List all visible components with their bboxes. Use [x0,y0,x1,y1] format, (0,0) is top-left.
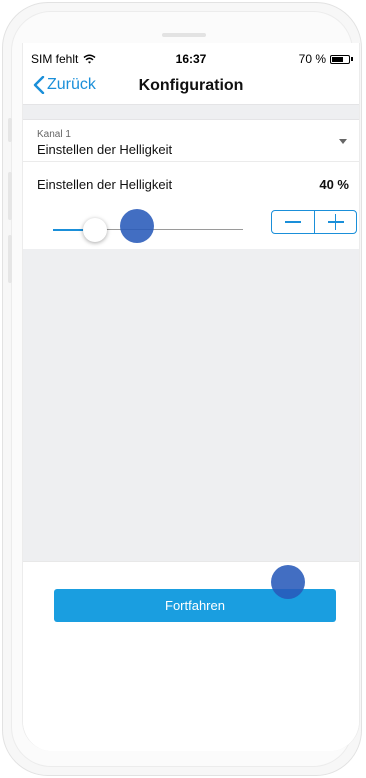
plus-icon-vertical [334,214,336,230]
status-battery: 70 % [299,52,353,66]
phone-speaker [162,33,206,37]
brightness-label: Einstellen der Helligkeit [37,177,173,192]
phone-side-button-volume-up [8,172,12,220]
slider-track-empty [94,229,243,230]
content-area [23,249,359,561]
navigation-bar: Zurück Konfiguration [23,67,359,104]
battery-percent: 70 % [298,52,326,66]
brightness-value: 40 % [319,177,349,192]
page-title: Konfiguration [138,77,244,94]
phone-side-button-volume-down [8,235,12,283]
minus-icon [285,221,301,223]
battery-icon [330,54,350,64]
status-bar: SIM fehlt 16:37 70 % [23,43,359,67]
phone-side-button-silent [8,118,12,142]
increment-button[interactable] [313,211,357,233]
app-screen: SIM fehlt 16:37 70 % Zurück Konfiguratio… [22,43,360,751]
channel-dropdown-value: Einstellen der Helligkeit [37,142,173,157]
channel-dropdown[interactable]: Kanal 1 Einstellen der Helligkeit [23,120,359,162]
caret-down-icon [339,139,347,144]
touch-indicator [120,209,154,243]
touch-indicator [271,565,305,599]
battery-level-fill [332,56,343,62]
brightness-stepper [271,210,357,234]
decrement-button[interactable] [272,211,314,233]
channel-dropdown-label: Kanal 1 [37,129,71,140]
battery-terminal [351,57,353,61]
slider-thumb[interactable] [82,218,107,242]
section-separator [23,104,359,120]
